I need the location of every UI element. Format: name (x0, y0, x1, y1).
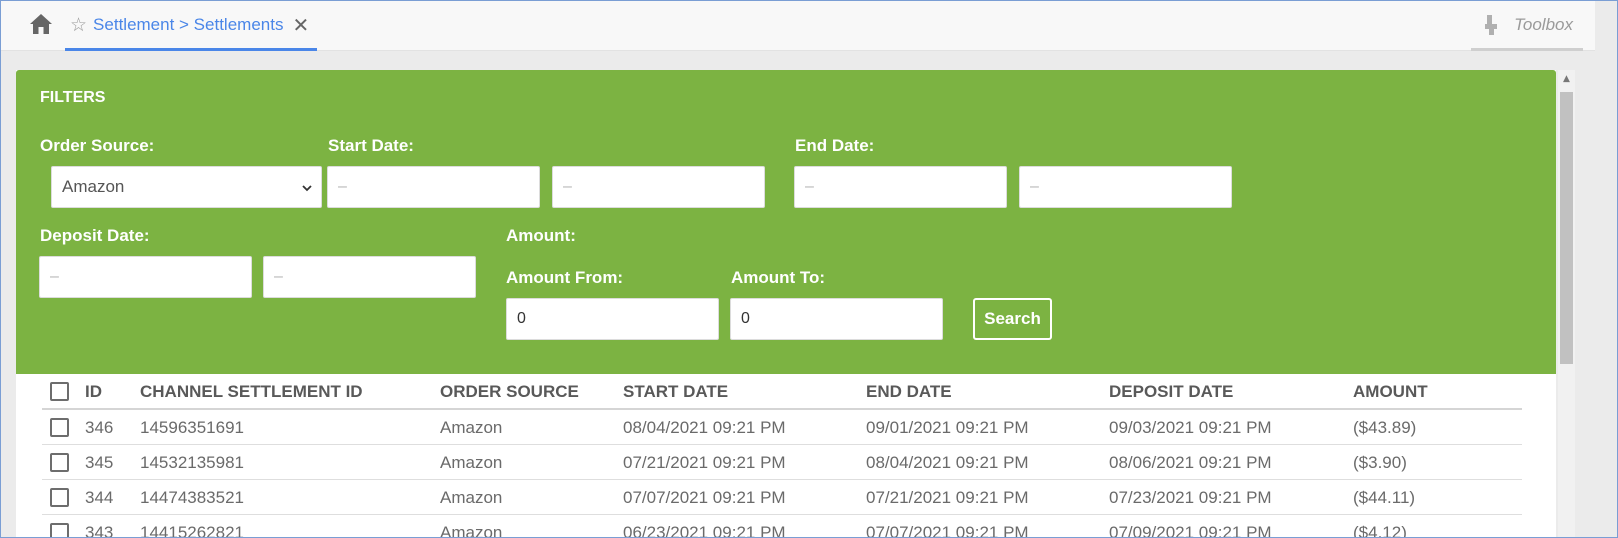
search-button[interactable]: Search (973, 298, 1052, 340)
table-row[interactable]: 345 14532135981 Amazon 07/21/2021 09:21 … (42, 445, 1522, 480)
cell-order-source: Amazon (440, 523, 503, 538)
order-source-label: Order Source: (40, 136, 155, 155)
tab-settlements[interactable]: ☆ Settlement > Settlements ✕ (65, 1, 317, 51)
amount-from-label: Amount From: (506, 268, 624, 287)
column-header-amount[interactable]: AMOUNT (1353, 374, 1428, 409)
chevron-down-icon (302, 185, 312, 192)
row-checkbox[interactable] (50, 418, 69, 437)
cell-id: 343 (85, 523, 114, 538)
cell-end-date: 07/21/2021 09:21 PM (866, 488, 1029, 507)
cell-amount: ($43.89) (1353, 418, 1417, 437)
table-row[interactable]: 344 14474383521 Amazon 07/07/2021 09:21 … (42, 480, 1522, 515)
cell-amount: ($4.12) (1353, 523, 1407, 538)
amount-from-input[interactable] (506, 298, 719, 340)
cell-channel-settlement-id: 14415262821 (140, 523, 245, 538)
column-header-end-date[interactable]: END DATE (866, 374, 952, 409)
table-header: ID CHANNEL SETTLEMENT ID ORDER SOURCE ST… (42, 374, 1522, 410)
end-date-to-input[interactable] (1019, 166, 1232, 208)
cell-start-date: 06/23/2021 09:21 PM (623, 523, 786, 538)
cell-deposit-date: 07/09/2021 09:21 PM (1109, 523, 1272, 538)
tab-label: Settlement > Settlements (93, 14, 284, 34)
start-date-label: Start Date: (328, 136, 414, 155)
column-header-channel-settlement-id[interactable]: CHANNEL SETTLEMENT ID (140, 374, 363, 409)
cell-order-source: Amazon (440, 488, 503, 507)
cell-deposit-date: 09/03/2021 09:21 PM (1109, 418, 1272, 437)
column-header-order-source[interactable]: ORDER SOURCE (440, 374, 579, 409)
table-row[interactable]: 346 14596351691 Amazon 08/04/2021 09:21 … (42, 410, 1522, 445)
column-header-deposit-date[interactable]: DEPOSIT DATE (1109, 374, 1233, 409)
cell-order-source: Amazon (440, 418, 503, 437)
cell-channel-settlement-id: 14532135981 (140, 453, 245, 472)
scroll-thumb[interactable] (1560, 92, 1573, 364)
row-checkbox[interactable] (50, 523, 69, 538)
cell-end-date: 07/07/2021 09:21 PM (866, 523, 1029, 538)
row-checkbox[interactable] (50, 453, 69, 472)
home-icon[interactable] (29, 13, 53, 35)
close-icon[interactable]: ✕ (292, 15, 309, 35)
start-date-from-input[interactable] (327, 166, 540, 208)
settlements-panel: FILTERS Order Source: Start Date: End Da… (16, 70, 1556, 538)
deposit-date-to-input[interactable] (263, 256, 476, 298)
scroll-up-arrow-icon[interactable]: ▲ (1558, 74, 1575, 84)
cell-end-date: 08/04/2021 09:21 PM (866, 453, 1029, 472)
column-header-id[interactable]: ID (85, 374, 102, 409)
top-tab-bar: ☆ Settlement > Settlements ✕ Toolbox (1, 1, 1595, 51)
vertical-scrollbar[interactable]: ▲ (1558, 70, 1575, 538)
select-all-checkbox[interactable] (50, 382, 69, 401)
cell-id: 345 (85, 453, 114, 472)
cell-start-date: 07/07/2021 09:21 PM (623, 488, 786, 507)
amount-to-input[interactable] (730, 298, 943, 340)
cell-amount: ($3.90) (1353, 453, 1407, 472)
filters-title: FILTERS (40, 89, 106, 106)
star-icon[interactable]: ☆ (70, 14, 87, 36)
order-source-value: Amazon (62, 177, 125, 196)
order-source-select[interactable]: Amazon (51, 166, 322, 208)
cell-start-date: 08/04/2021 09:21 PM (623, 418, 786, 437)
amount-to-label: Amount To: (731, 268, 826, 287)
toolbox-icon (1485, 14, 1498, 35)
cell-amount: ($44.11) (1353, 488, 1416, 507)
cell-order-source: Amazon (440, 453, 503, 472)
deposit-date-label: Deposit Date: (40, 226, 150, 245)
end-date-label: End Date: (795, 136, 875, 155)
settlements-table: ID CHANNEL SETTLEMENT ID ORDER SOURCE ST… (42, 374, 1522, 538)
start-date-to-input[interactable] (552, 166, 765, 208)
deposit-date-from-input[interactable] (39, 256, 252, 298)
cell-end-date: 09/01/2021 09:21 PM (866, 418, 1029, 437)
filters-panel: FILTERS Order Source: Start Date: End Da… (16, 70, 1556, 374)
cell-deposit-date: 07/23/2021 09:21 PM (1109, 488, 1272, 507)
cell-id: 344 (85, 488, 114, 507)
end-date-from-input[interactable] (794, 166, 1007, 208)
row-checkbox[interactable] (50, 488, 69, 507)
cell-deposit-date: 08/06/2021 09:21 PM (1109, 453, 1272, 472)
toolbox-label: Toolbox (1514, 14, 1573, 34)
column-header-start-date[interactable]: START DATE (623, 374, 728, 409)
amount-label: Amount: (506, 226, 576, 245)
toolbox-button[interactable]: Toolbox (1471, 1, 1583, 51)
cell-channel-settlement-id: 14474383521 (140, 488, 245, 507)
cell-start-date: 07/21/2021 09:21 PM (623, 453, 786, 472)
table-row[interactable]: 343 14415262821 Amazon 06/23/2021 09:21 … (42, 515, 1522, 538)
cell-channel-settlement-id: 14596351691 (140, 418, 245, 437)
cell-id: 346 (85, 418, 114, 437)
